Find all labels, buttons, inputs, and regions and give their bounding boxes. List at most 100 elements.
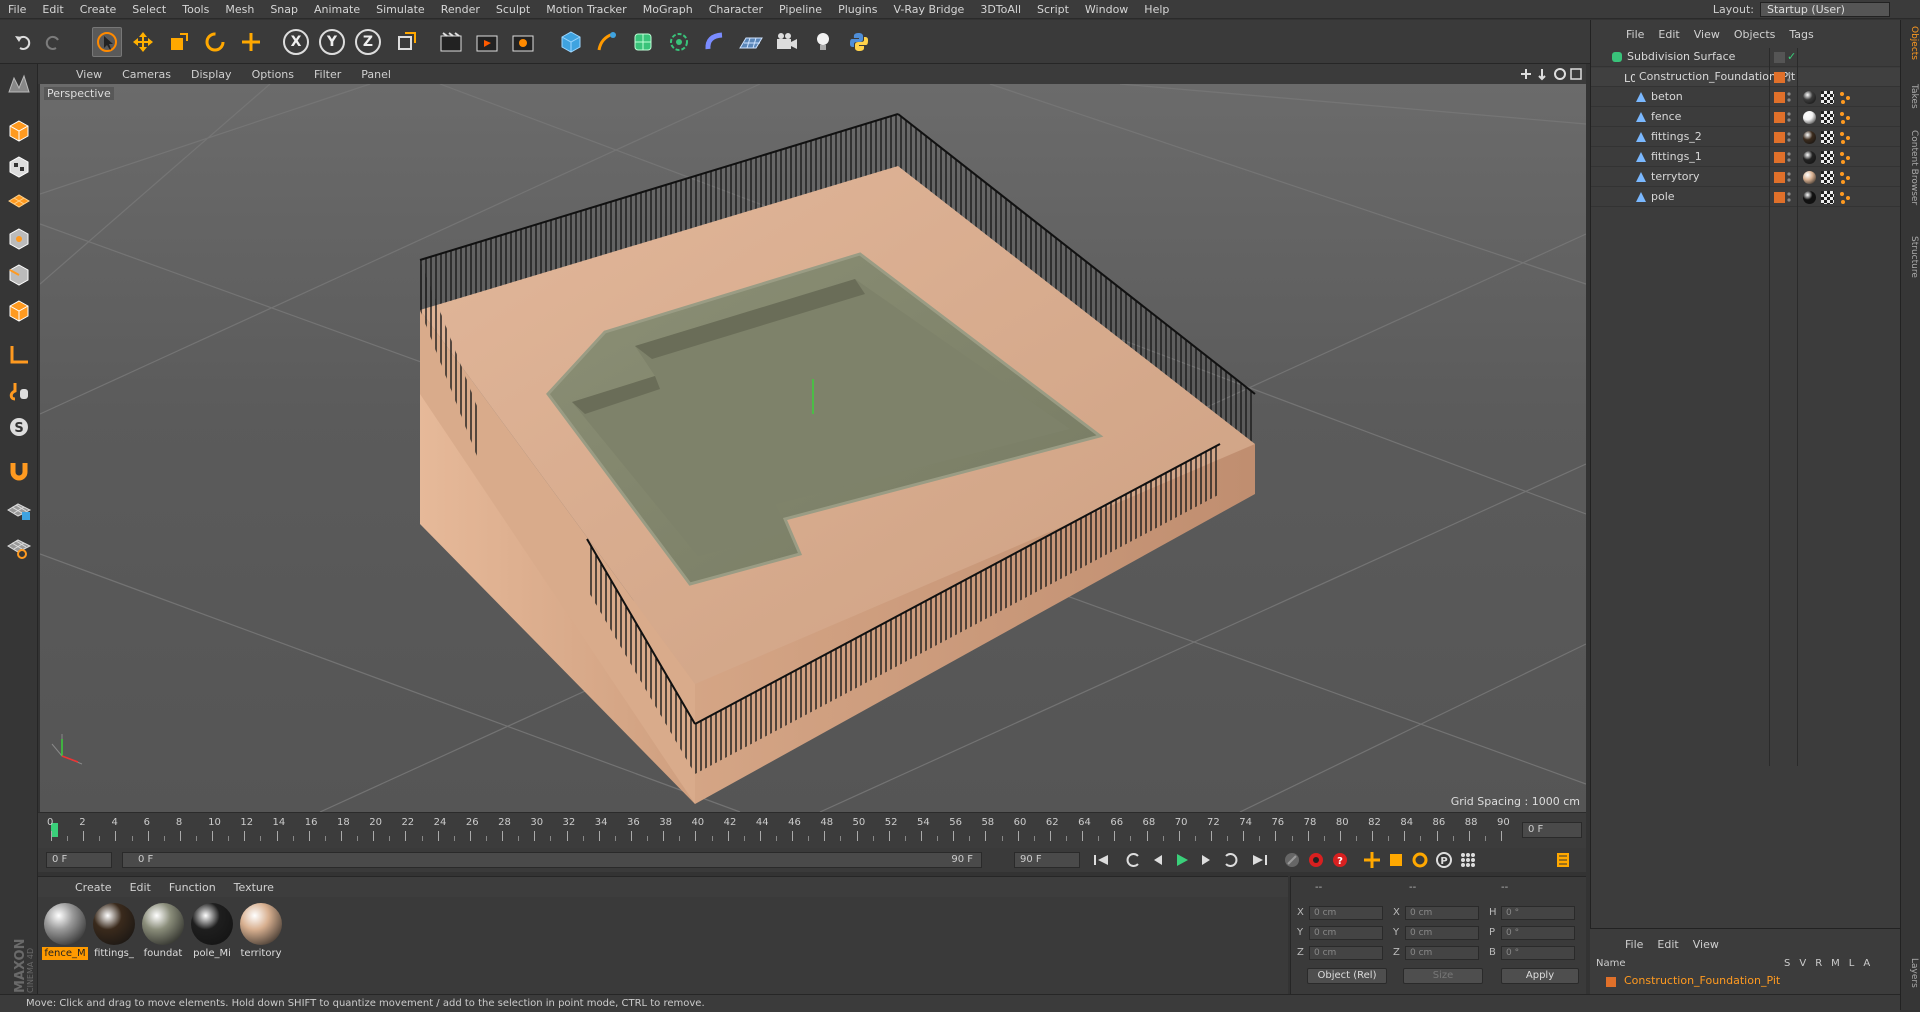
texture-tag-icon[interactable] — [1839, 191, 1852, 204]
material-tag-icon[interactable] — [1803, 151, 1816, 164]
menu-animate[interactable]: Animate — [306, 0, 368, 19]
uvw-tag-icon[interactable] — [1821, 171, 1834, 184]
material-tag-icon[interactable] — [1803, 111, 1816, 124]
menu-render[interactable]: Render — [433, 0, 488, 19]
previous-keyframe-icon[interactable] — [1123, 849, 1145, 871]
object-row-construction-foundation-pit[interactable]: L0 Construction_Foundation_Pit — [1591, 68, 1901, 87]
coord-value-field[interactable]: 0 cm — [1309, 906, 1383, 920]
viewport-menu-options[interactable]: Options — [242, 68, 304, 81]
texture-tag-icon[interactable] — [1839, 151, 1852, 164]
menu-script[interactable]: Script — [1029, 0, 1077, 19]
polygon-mode-icon[interactable] — [4, 296, 34, 326]
object-row-pole[interactable]: pole — [1591, 188, 1901, 207]
menu-edit[interactable]: Edit — [34, 0, 71, 19]
layer-menu-edit[interactable]: Edit — [1650, 938, 1685, 951]
rotate-tool-button[interactable] — [200, 27, 230, 57]
layer-color-tag[interactable] — [1774, 112, 1785, 123]
cube-primitive-icon[interactable] — [556, 27, 586, 57]
coord-value-field[interactable]: 0 ° — [1501, 926, 1575, 940]
layer-row[interactable]: Construction_Foundation_Pit — [1602, 974, 1892, 990]
material-swatch[interactable]: fittings_ — [91, 903, 137, 967]
side-tab-takes[interactable]: Takes — [1903, 84, 1919, 109]
visibility-dots-icon[interactable] — [1787, 91, 1791, 103]
make-editable-icon[interactable] — [4, 70, 34, 100]
key-scale-icon[interactable] — [1385, 849, 1407, 871]
coord-mode-dropdown[interactable]: Object (Rel) — [1307, 968, 1387, 984]
object-menu-edit[interactable]: Edit — [1651, 28, 1686, 41]
material-swatch[interactable]: territory — [238, 903, 284, 967]
texture-mode-icon[interactable] — [4, 152, 34, 182]
object-menu-tags[interactable]: Tags — [1782, 28, 1820, 41]
layer-color-tag[interactable] — [1774, 172, 1785, 183]
workplane-lock-icon[interactable] — [4, 494, 34, 524]
key-rotation-icon[interactable] — [1409, 849, 1431, 871]
uvw-tag-icon[interactable] — [1821, 111, 1834, 124]
side-tab-content-browser[interactable]: Content Browser — [1903, 130, 1919, 205]
layer-column-l[interactable]: L — [1849, 958, 1855, 969]
go-to-start-icon[interactable] — [1090, 849, 1112, 871]
texture-tag-icon[interactable] — [1839, 171, 1852, 184]
viewport-menu-view[interactable]: View — [66, 68, 112, 81]
go-to-end-icon[interactable] — [1249, 849, 1271, 871]
layer-column-v[interactable]: V — [1799, 958, 1806, 969]
key-point-level-icon[interactable] — [1457, 849, 1479, 871]
visibility-dots-icon[interactable] — [1787, 191, 1791, 203]
next-frame-icon[interactable] — [1195, 849, 1217, 871]
texture-tag-icon[interactable] — [1839, 131, 1852, 144]
visibility-dots-icon[interactable] — [1787, 71, 1791, 83]
key-position-icon[interactable] — [1361, 849, 1383, 871]
record-active-objects-icon[interactable] — [1305, 849, 1327, 871]
uvw-tag-icon[interactable] — [1821, 151, 1834, 164]
viewport-nav-controls[interactable] — [1520, 66, 1586, 82]
menu-mograph[interactable]: MoGraph — [635, 0, 701, 19]
viewport-menu-cameras[interactable]: Cameras — [112, 68, 181, 81]
uvw-tag-icon[interactable] — [1821, 91, 1834, 104]
snap-icon[interactable]: S — [4, 412, 34, 442]
visibility-dots-icon[interactable] — [1787, 131, 1791, 143]
menu-simulate[interactable]: Simulate — [368, 0, 433, 19]
menu-mesh[interactable]: Mesh — [217, 0, 262, 19]
menu-v-ray-bridge[interactable]: V-Ray Bridge — [885, 0, 972, 19]
menu-character[interactable]: Character — [701, 0, 771, 19]
current-frame-field[interactable]: 0 F — [1522, 822, 1582, 838]
coord-value-field[interactable]: 0 cm — [1405, 906, 1479, 920]
y-axis-lock-button[interactable]: Y — [319, 29, 345, 55]
menu-motion-tracker[interactable]: Motion Tracker — [538, 0, 634, 19]
menu-pipeline[interactable]: Pipeline — [771, 0, 830, 19]
menu-window[interactable]: Window — [1077, 0, 1136, 19]
timeline-ruler[interactable]: 0 2 4 6 8 10 12 14 16 18 20 22 24 26 28 30 32 34 36 38 40 42 4… — [38, 812, 1586, 848]
floor-environment-icon[interactable] — [736, 27, 766, 57]
preview-range-slider[interactable]: 0 F 90 F — [122, 852, 982, 868]
visibility-dots-icon[interactable] — [1787, 171, 1791, 183]
object-row-fittings-1[interactable]: fittings_1 — [1591, 148, 1901, 167]
visibility-dots-icon[interactable] — [1787, 111, 1791, 123]
menu-sculpt[interactable]: Sculpt — [488, 0, 538, 19]
uvw-tag-icon[interactable] — [1821, 191, 1834, 204]
layer-column-s[interactable]: S — [1784, 958, 1790, 969]
coord-value-field[interactable]: 0 cm — [1405, 926, 1479, 940]
object-row-fittings-2[interactable]: fittings_2 — [1591, 128, 1901, 147]
python-script-icon[interactable] — [844, 27, 874, 57]
undo-button[interactable] — [8, 27, 38, 57]
layer-menu-file[interactable]: File — [1618, 938, 1650, 951]
menu-create[interactable]: Create — [72, 0, 125, 19]
material-swatch[interactable]: fence_M — [42, 903, 88, 967]
side-tab-structure[interactable]: Structure — [1903, 236, 1919, 278]
enabled-check-icon[interactable]: ✓ — [1787, 48, 1796, 66]
layer-color-tag[interactable] — [1774, 132, 1785, 143]
render-view-button[interactable] — [436, 27, 466, 57]
model-mode-icon[interactable] — [4, 116, 34, 146]
layer-color-tag[interactable] — [1774, 152, 1785, 163]
workplane-mode-icon[interactable] — [4, 184, 34, 214]
record-disabled-icon[interactable] — [1281, 849, 1303, 871]
edit-enabled-icon[interactable] — [1774, 52, 1785, 63]
menu-snap[interactable]: Snap — [262, 0, 306, 19]
next-keyframe-icon[interactable] — [1219, 849, 1241, 871]
menu-plugins[interactable]: Plugins — [830, 0, 885, 19]
render-picture-viewer-button[interactable] — [472, 27, 502, 57]
side-tab-objects[interactable]: Objects — [1903, 26, 1919, 60]
tweak-mode-icon[interactable] — [4, 376, 34, 406]
material-swatch[interactable]: foundat — [140, 903, 186, 967]
pen-spline-icon[interactable] — [592, 27, 622, 57]
coord-value-field[interactable]: 0 ° — [1501, 906, 1575, 920]
